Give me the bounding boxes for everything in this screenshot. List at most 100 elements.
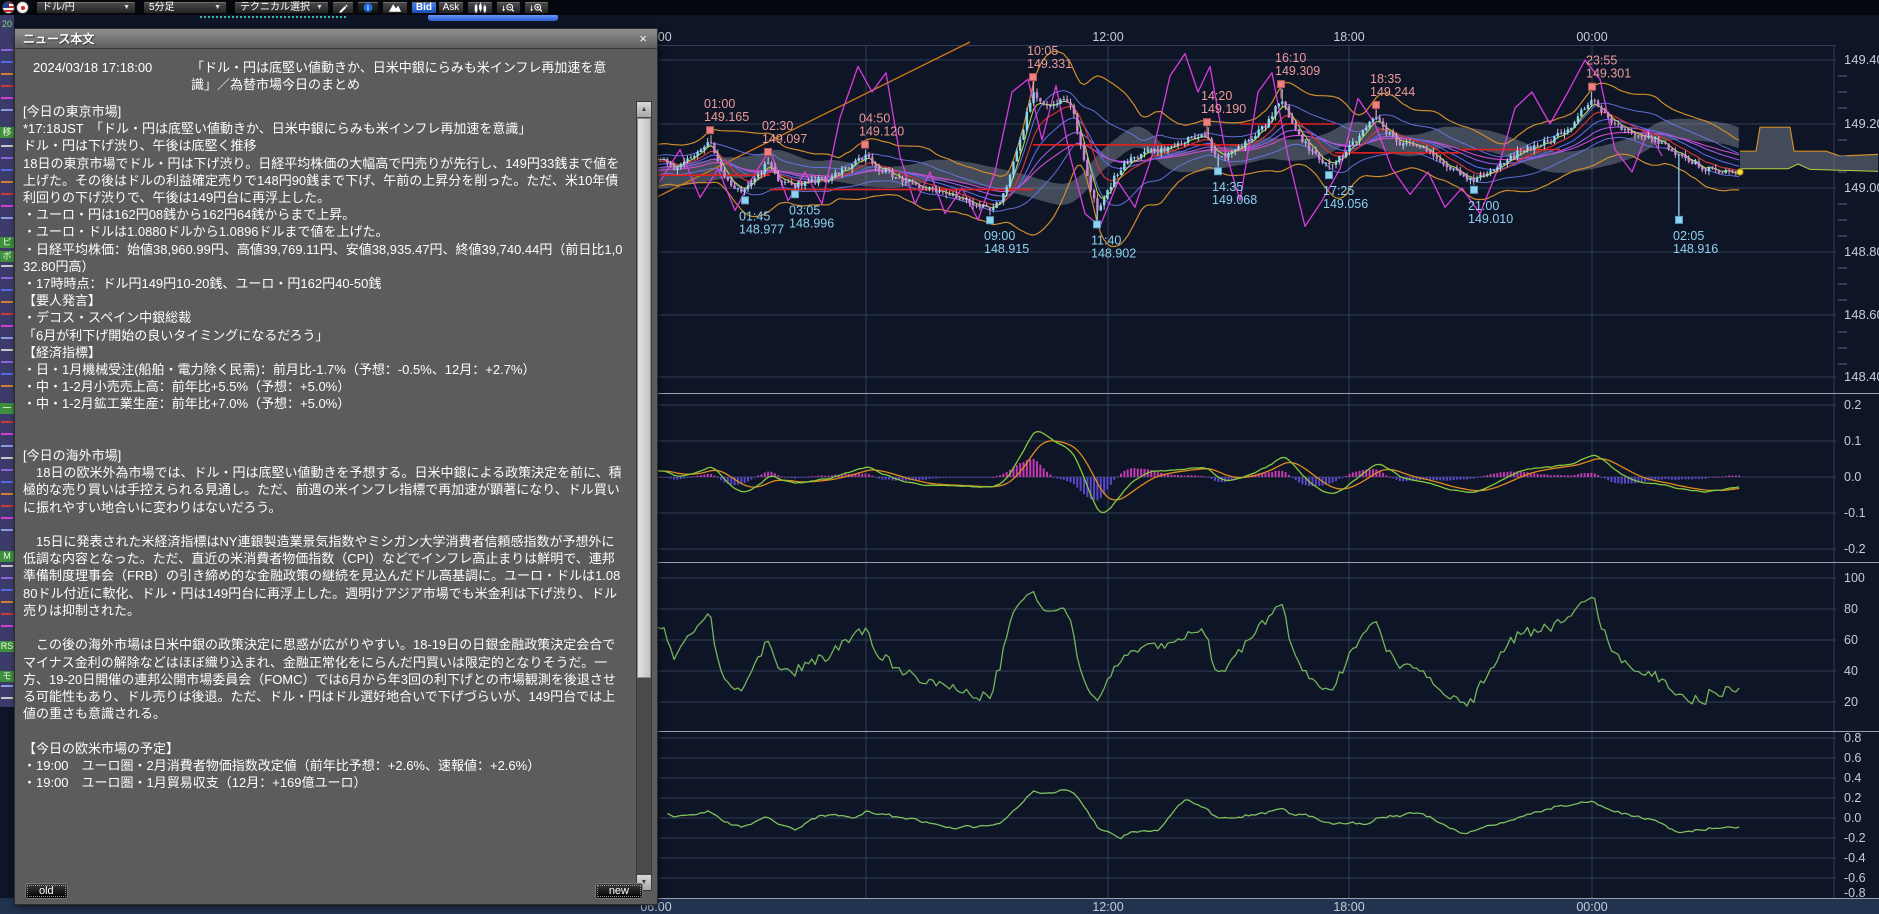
legend-line-sample xyxy=(1,457,13,459)
news-timestamp: 2024/03/18 17:18:00 xyxy=(33,59,183,93)
svg-text:148.977: 148.977 xyxy=(739,222,784,236)
svg-text:18:35: 18:35 xyxy=(1370,72,1401,86)
zoom-out-icon xyxy=(502,2,515,14)
legend-line-sample xyxy=(1,325,13,327)
candlestick-style-button[interactable] xyxy=(467,1,493,14)
close-icon[interactable]: × xyxy=(637,32,649,45)
svg-text:0.8: 0.8 xyxy=(1844,731,1861,745)
svg-text:148.916: 148.916 xyxy=(1673,242,1718,256)
legend-line-sample xyxy=(1,601,13,603)
legend-line-sample xyxy=(1,265,13,267)
news-window-titlebar[interactable]: ニュース本文 × xyxy=(15,29,657,49)
legend-label: 一 xyxy=(0,403,14,414)
legend-line-sample xyxy=(1,589,13,591)
svg-text:149.20: 149.20 xyxy=(1844,116,1879,131)
legend-line-sample xyxy=(1,361,13,363)
legend-line-sample xyxy=(1,217,13,219)
svg-text:60: 60 xyxy=(1844,633,1858,647)
legend-label: モ xyxy=(0,671,14,682)
svg-text:-0.2: -0.2 xyxy=(1844,542,1866,556)
zoom-in-icon xyxy=(530,2,543,14)
legend-line-sample xyxy=(1,337,13,339)
legend-line-sample xyxy=(1,481,13,483)
svg-text:148.60: 148.60 xyxy=(1844,307,1879,322)
svg-text:21:00: 21:00 xyxy=(1468,199,1499,213)
dotted-indicator-line xyxy=(200,16,346,18)
legend-line-sample xyxy=(1,685,13,687)
svg-text:149.309: 149.309 xyxy=(1275,64,1320,78)
ask-toggle-button[interactable]: Ask xyxy=(438,1,464,14)
legend-line-sample xyxy=(1,313,13,315)
legend-line-sample xyxy=(1,145,13,147)
svg-text:0.0: 0.0 xyxy=(1844,811,1861,825)
timeframe-select[interactable]: 5分足 ▼ xyxy=(143,1,227,14)
scrollbar-thumb[interactable] xyxy=(637,118,651,678)
info-button[interactable]: i xyxy=(357,1,379,14)
svg-text:149.190: 149.190 xyxy=(1201,102,1246,116)
legend-line-sample xyxy=(1,529,13,531)
svg-text:12:00: 12:00 xyxy=(1092,30,1123,44)
indicator-legend-strip: 20移ピボ一MRSモ xyxy=(0,15,14,707)
svg-text:0.0: 0.0 xyxy=(1844,470,1861,484)
svg-text:149.120: 149.120 xyxy=(859,125,904,139)
new-button[interactable]: new xyxy=(595,883,643,899)
zoom-in-button[interactable] xyxy=(524,1,549,14)
chevron-down-icon: ▼ xyxy=(123,3,130,13)
currency-flags xyxy=(0,0,34,15)
legend-line-sample xyxy=(1,697,13,699)
mountain-icon xyxy=(388,2,402,13)
svg-text:18:00: 18:00 xyxy=(1333,900,1364,914)
svg-text:0.1: 0.1 xyxy=(1844,434,1861,448)
svg-text:149.244: 149.244 xyxy=(1370,85,1415,99)
svg-text:01:45: 01:45 xyxy=(739,209,770,223)
progress-bar-fragment xyxy=(428,14,558,21)
svg-text:-0.1: -0.1 xyxy=(1844,506,1866,520)
svg-text:148.40: 148.40 xyxy=(1844,369,1879,384)
legend-line-sample xyxy=(1,109,13,111)
legend-line-sample xyxy=(1,505,13,507)
pair-select[interactable]: ドル/円 ▼ xyxy=(36,1,136,14)
legend-line-sample xyxy=(1,157,13,159)
svg-text:04:50: 04:50 xyxy=(859,112,890,126)
legend-label: ボ xyxy=(0,251,14,262)
news-headline: 「ドル・円は底堅い値動きか、日米中銀にらみも米インフレ再加速を意識」／為替市場今… xyxy=(191,59,625,93)
svg-text:148.915: 148.915 xyxy=(984,242,1029,256)
draw-tool-button[interactable] xyxy=(332,1,354,14)
svg-text:23:55: 23:55 xyxy=(1586,54,1617,68)
old-button[interactable]: old xyxy=(25,883,68,899)
news-window-title: ニュース本文 xyxy=(23,30,94,47)
legend-line-sample xyxy=(1,517,13,519)
legend-label: 20 xyxy=(0,19,14,29)
news-scrollbar[interactable]: ▲ ▼ xyxy=(636,101,652,891)
chevron-down-icon: ▼ xyxy=(316,3,323,13)
svg-text:11:40: 11:40 xyxy=(1091,233,1121,247)
svg-text:40: 40 xyxy=(1844,664,1858,678)
zoom-out-button[interactable] xyxy=(496,1,521,14)
timeframe-select-value: 5分足 xyxy=(149,3,175,13)
legend-line-sample xyxy=(1,49,13,51)
area-chart-button[interactable] xyxy=(382,1,408,14)
svg-text:-0.6: -0.6 xyxy=(1844,871,1866,885)
legend-line-sample xyxy=(1,577,13,579)
trading-app-window: 01:00149.16502:30149.09704:50149.12010:0… xyxy=(0,0,1879,914)
scroll-up-icon[interactable]: ▲ xyxy=(637,102,651,117)
svg-text:-0.2: -0.2 xyxy=(1844,831,1866,845)
bid-toggle-button[interactable]: Bid xyxy=(411,1,437,14)
news-window: ニュース本文 × 2024/03/18 17:18:00 「ドル・円は底堅い値動… xyxy=(14,28,658,905)
svg-text:12:00: 12:00 xyxy=(1092,900,1123,914)
svg-text:80: 80 xyxy=(1844,602,1858,616)
svg-text:03:05: 03:05 xyxy=(789,203,820,217)
candlestick-icon xyxy=(473,2,487,14)
svg-text:14:20: 14:20 xyxy=(1201,89,1232,103)
svg-text:02:05: 02:05 xyxy=(1673,229,1704,243)
svg-text:148.80: 148.80 xyxy=(1844,244,1879,259)
legend-line-sample xyxy=(1,373,13,375)
technical-select-button[interactable]: テクニカル選択 ▼ xyxy=(234,1,329,14)
svg-text:149.068: 149.068 xyxy=(1212,193,1257,207)
svg-text:149.00: 149.00 xyxy=(1844,180,1879,195)
legend-label: M xyxy=(0,551,14,562)
pair-select-value: ドル/円 xyxy=(42,3,75,13)
legend-line-sample xyxy=(1,421,13,423)
legend-label: ピ xyxy=(0,237,14,248)
legend-line-sample xyxy=(1,205,13,207)
